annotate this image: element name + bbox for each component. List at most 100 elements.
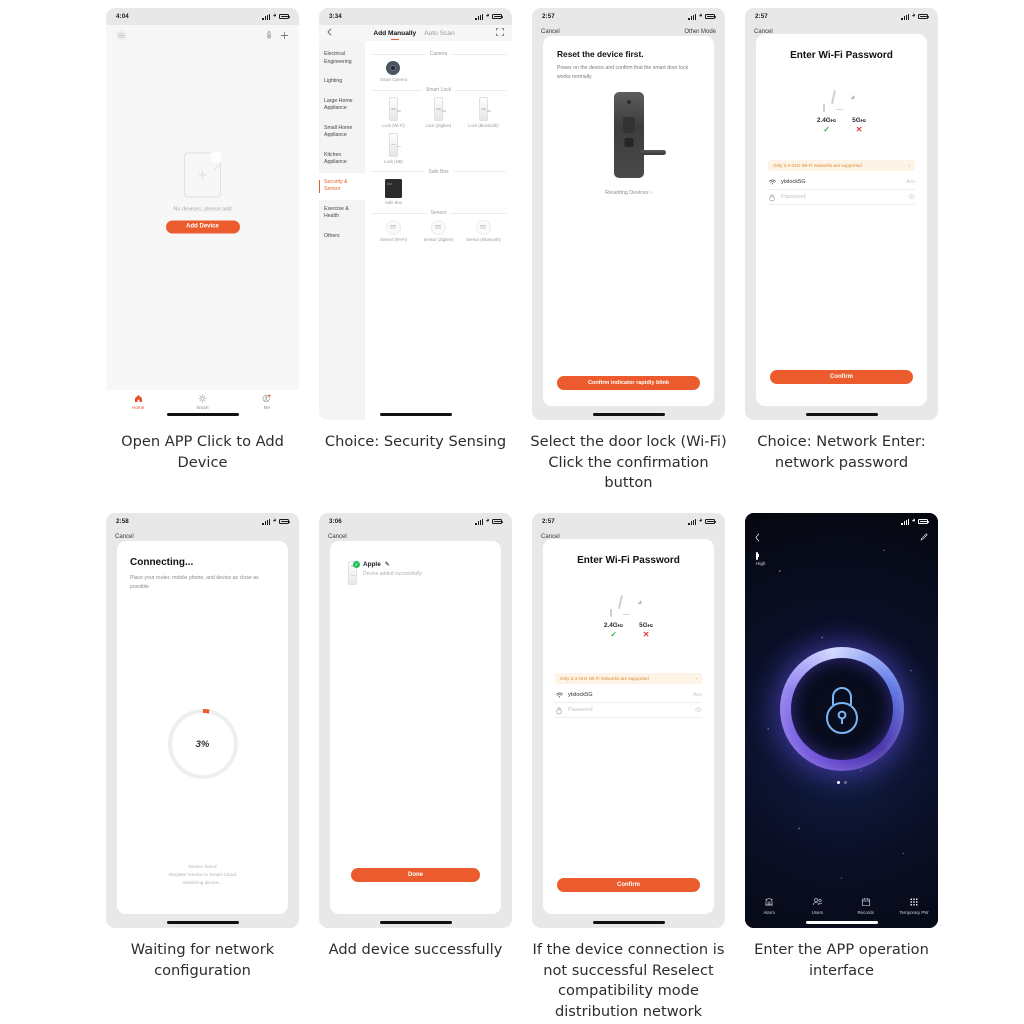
step-cell-1: 4:04 ◕ + No devices, please add Add Devi… — [96, 8, 309, 513]
cancel-button[interactable]: Cancel — [115, 534, 134, 540]
padlock-icon — [825, 687, 858, 734]
check-icon: ✓ — [610, 630, 617, 639]
freq-label: 2.4G — [603, 622, 618, 629]
device-lock-nb[interactable]: Lock (NB) — [371, 132, 416, 164]
cancel-button[interactable]: Cancel — [328, 534, 347, 540]
tab-alarm[interactable]: Alarm — [745, 896, 793, 915]
wifi-icon: ◕ — [485, 517, 490, 525]
step-cell-7: 2:57 ◕ Cancel Enter Wi-Fi Password ◕ 2.4… — [522, 513, 735, 1023]
category-exercise-health[interactable]: Exercise & Health — [319, 200, 365, 227]
battery-icon — [279, 518, 290, 525]
device-lock-wifi[interactable]: Lock (Wi-Fi) — [371, 97, 416, 128]
device-name-row: Apple ✎ — [363, 561, 422, 568]
category-security-sensor[interactable]: Security & Sensor — [319, 172, 365, 200]
wifi-icon — [555, 692, 563, 698]
wifi-icon — [768, 179, 776, 185]
home-avatar-icon[interactable] — [116, 30, 127, 41]
password-field[interactable]: Password — [555, 703, 702, 718]
step-cell-4: 2:57 ◕ Cancel Enter Wi-Fi Password ◕ 2.4… — [735, 8, 948, 513]
category-large-home-appliance[interactable]: Large Home Appliance — [319, 92, 365, 119]
category-small-home-appliance[interactable]: Small Home Appliance — [319, 119, 365, 146]
confirm-button[interactable]: Confirm — [770, 370, 913, 384]
page-dot-active[interactable] — [836, 781, 840, 784]
home-body: + No devices, please add Add Device — [106, 25, 299, 390]
signal-icon — [901, 13, 910, 20]
back-icon[interactable] — [755, 533, 760, 544]
tab-auto-scan[interactable]: Auto Scan — [424, 30, 454, 37]
signal-icon — [688, 518, 697, 525]
lock-toggle-ring[interactable] — [779, 647, 904, 771]
eye-icon[interactable] — [908, 193, 915, 201]
freq-5: 5GHz ✕ — [639, 622, 653, 639]
add-device-button[interactable]: Add Device — [165, 220, 240, 234]
tab-home[interactable]: Home — [106, 394, 170, 410]
back-icon[interactable] — [327, 28, 332, 38]
wifi-card: Enter Wi-Fi Password ◕ 2.4GHz ✓ 5GHz ✕ O… — [543, 539, 714, 914]
reset-subtitle: Power on the device and confirm that the… — [557, 65, 689, 80]
check-icon: ✓ — [823, 125, 830, 134]
eye-icon[interactable] — [695, 706, 702, 714]
tab-me[interactable]: Me — [235, 394, 299, 410]
device-sensor-bluetooth[interactable]: Sensor (Bluetooth) — [461, 220, 506, 242]
category-lighting[interactable]: Lighting — [319, 72, 365, 92]
sensor-icon — [385, 220, 401, 235]
tab-records[interactable]: Records — [842, 896, 890, 915]
device-smart-camera[interactable]: Smart Camera — [371, 61, 416, 82]
device-label: Sensor (Bluetooth) — [466, 237, 501, 242]
confirm-blink-button[interactable]: Confirm indicator rapidly blink — [557, 376, 700, 390]
progress-percent: 3% — [171, 713, 234, 775]
device-info: Apple ✎ Device added successfully — [363, 561, 422, 577]
section-header-safe-box: Safe Box — [371, 169, 507, 175]
device-label: Lock (Wi-Fi) — [382, 123, 405, 129]
ssid-switch-label[interactable]: Anu — [693, 692, 702, 698]
done-button[interactable]: Done — [351, 868, 480, 882]
tab-users[interactable]: Users — [793, 896, 841, 915]
plus-glyph: + — [198, 167, 207, 185]
password-field[interactable]: Password — [768, 190, 915, 205]
page-dot[interactable] — [843, 781, 847, 784]
tab-smart[interactable]: Smart — [170, 394, 234, 410]
section-title: Camera — [429, 51, 448, 57]
ssid-switch-label[interactable]: Anu — [906, 179, 915, 185]
status-bar: 3:34 ◕ — [319, 8, 512, 25]
home-indicator — [379, 921, 452, 924]
frequency-support: 2.4GHz ✓ 5GHz ✕ — [756, 117, 927, 134]
scan-icon[interactable] — [496, 28, 504, 38]
signal-icon — [475, 518, 484, 525]
wifi-notice-banner[interactable]: Only 2.4 GHz Wi-Fi networks are supporte… — [555, 673, 702, 684]
tab-temporary-pw[interactable]: Temporary PW — [890, 896, 938, 915]
status-icons: ◕ — [688, 13, 716, 20]
category-electrical[interactable]: Electrical Engineering — [319, 45, 365, 72]
ssid-field[interactable]: ytxlock5G Anu — [555, 688, 702, 703]
section-title: Sensor — [430, 210, 447, 216]
device-sensor-wifi[interactable]: Sensor (Wi-Fi) — [371, 220, 416, 242]
wifi-notice-banner[interactable]: Only 2.4 GHz Wi-Fi networks are supporte… — [768, 160, 915, 171]
tab-add-manually[interactable]: Add Manually — [373, 30, 416, 37]
section-title: Smart Lock — [425, 87, 452, 94]
status-icons: ◕ — [262, 518, 290, 525]
confirm-button[interactable]: Confirm — [557, 878, 700, 892]
device-lock-zigbee[interactable]: Lock (Zigbee) — [416, 97, 461, 128]
wifi-icon: ◕ — [911, 517, 916, 525]
edit-pencil-icon[interactable]: ✎ — [385, 561, 390, 568]
device-label: Lock (Zigbee) — [425, 123, 452, 129]
battery-level-icon — [756, 552, 758, 560]
edit-icon[interactable] — [920, 533, 928, 544]
sensor-icon — [430, 220, 446, 235]
freq-2-4: 2.4GHz ✓ — [604, 622, 623, 639]
wifi-title: Enter Wi-Fi Password — [577, 555, 680, 566]
device-label: Sensor (Zigbee) — [423, 237, 454, 242]
category-others[interactable]: Others — [319, 227, 365, 247]
section-header-camera: Camera — [371, 51, 507, 57]
cancel-button[interactable]: Cancel — [541, 29, 560, 35]
device-sensor-zigbee[interactable]: Sensor (Zigbee) — [416, 220, 461, 242]
category-kitchen-appliance[interactable]: Kitchen Appliance — [319, 146, 365, 173]
device-row: Lock (Wi-Fi) Lock (Zigbee) Lock (Bluetoo… — [371, 97, 506, 128]
device-lock-bluetooth[interactable]: Lock (Bluetooth) — [461, 97, 506, 128]
other-mode-button[interactable]: Other Mode — [684, 29, 716, 35]
resetting-devices-link[interactable]: Resetting Devices › — [543, 190, 714, 196]
notice-text: Only 2.4 GHz Wi-Fi networks are supporte… — [560, 676, 649, 681]
page-dots — [745, 781, 938, 784]
ssid-field[interactable]: ytxlock5G Anu — [768, 175, 915, 190]
device-safe-box[interactable]: Safe Box — [371, 178, 416, 205]
